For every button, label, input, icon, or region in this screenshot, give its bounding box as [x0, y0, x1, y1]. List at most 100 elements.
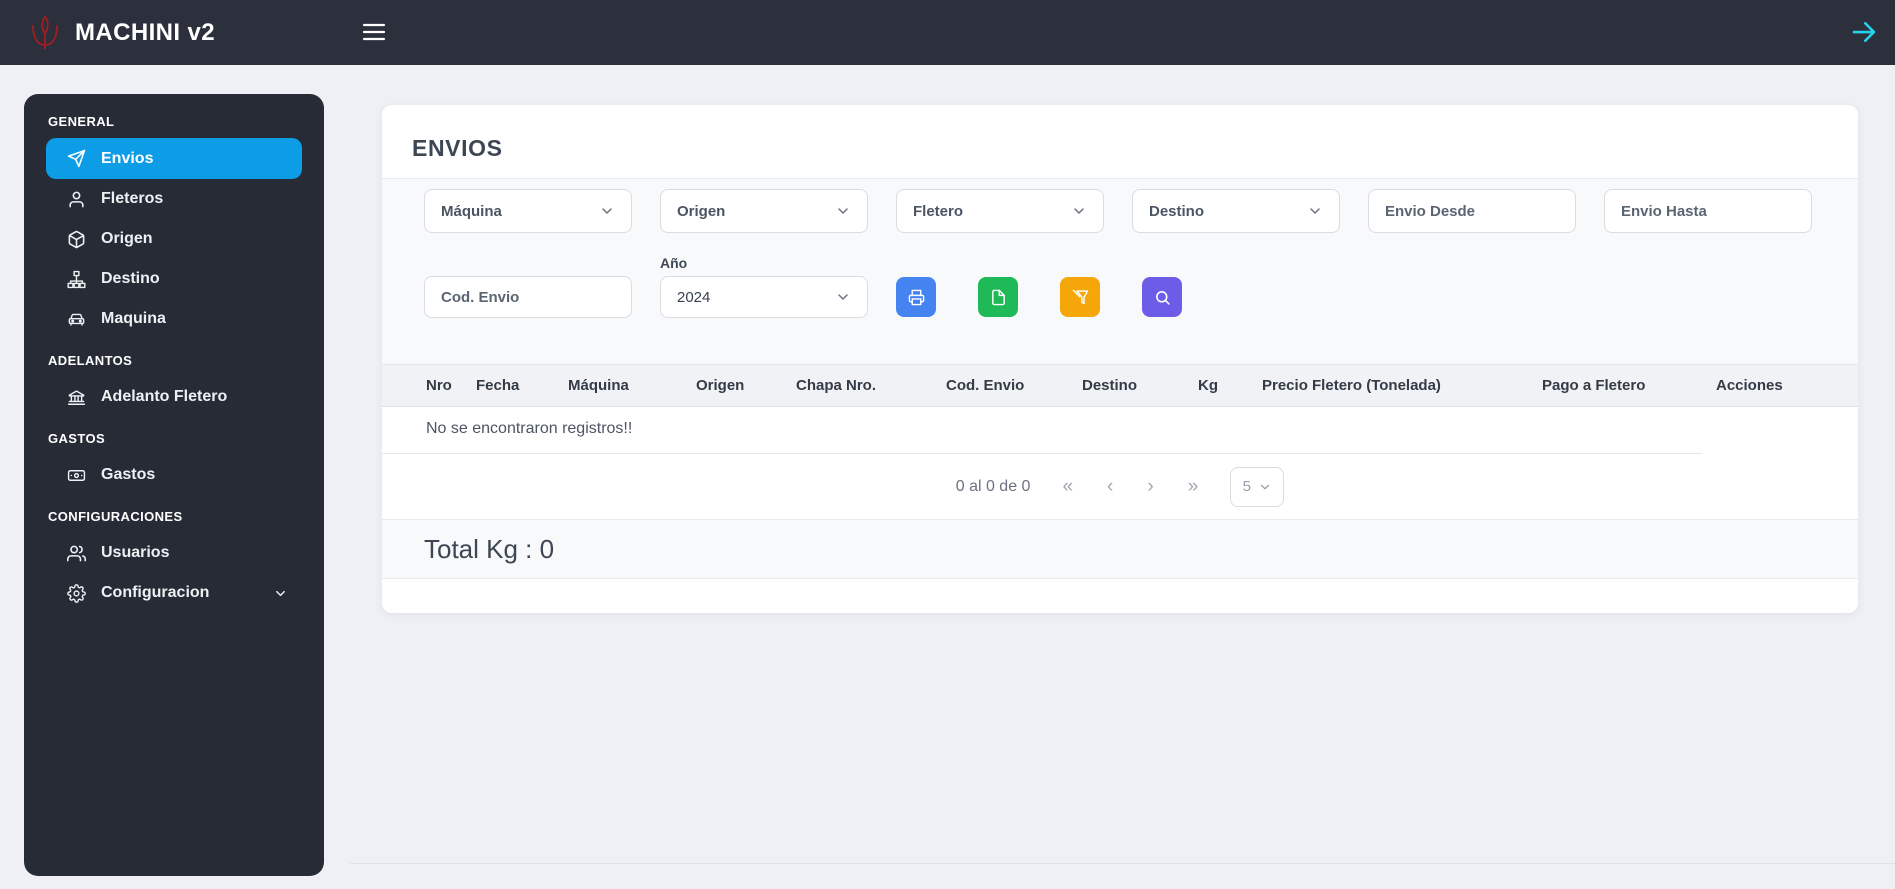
paper-plane-icon: [67, 149, 86, 168]
chevron-down-icon: [1258, 480, 1272, 494]
sidebar-item-label: Envios: [101, 149, 154, 167]
empty-message: No se encontraron registros!!: [382, 406, 1702, 454]
maquina-filter-value: Máquina: [441, 202, 502, 220]
chevron-down-icon: [1307, 203, 1323, 219]
chevron-down-icon: [599, 203, 615, 219]
logo-icon: [28, 14, 62, 52]
filter-section: Máquina Origen Fletero Destino Envio Des…: [382, 179, 1858, 364]
sidebar-item-origen[interactable]: Origen: [46, 219, 302, 259]
envios-table: Nro Fecha Máquina Origen Chapa Nro. Cod.…: [382, 364, 1858, 454]
sidebar-item-label: Origen: [101, 230, 153, 247]
app-title: MACHINI v2: [75, 18, 216, 46]
origen-filter-value: Origen: [677, 202, 726, 220]
column-header-fecha: Fecha: [462, 364, 554, 407]
page-size-select[interactable]: 5: [1230, 466, 1285, 507]
sidebar-item-adelanto-fletero[interactable]: Adelanto Fletero: [46, 377, 302, 417]
search-icon: [1154, 289, 1171, 306]
sidebar-item-usuarios[interactable]: Usuarios: [46, 533, 302, 573]
sidebar-item-gastos[interactable]: Gastos: [46, 455, 302, 495]
origen-filter-select[interactable]: Origen: [660, 189, 868, 233]
sidebar-item-label: Maquina: [101, 310, 166, 327]
sidebar-item-configuracion[interactable]: Configuracion: [46, 573, 302, 613]
maquina-filter-select[interactable]: Máquina: [424, 189, 632, 233]
card-header: ENVIOS: [382, 105, 1858, 179]
sidebar-item-label: Fleteros: [101, 190, 164, 207]
sidebar: GENERAL Envios Fleteros Origen Destino M…: [24, 94, 324, 876]
filter-off-icon: [1072, 289, 1089, 306]
envio-desde-input[interactable]: [1368, 189, 1576, 233]
clear-filters-button[interactable]: [1060, 277, 1100, 317]
chevron-down-icon: [1071, 203, 1087, 219]
column-header-precio-fletero: Precio Fletero (Tonelada): [1248, 364, 1528, 407]
sidebar-item-label: Configuracion: [101, 584, 210, 601]
destino-filter-value: Destino: [1149, 202, 1205, 220]
cod-envio-input[interactable]: [424, 276, 632, 318]
sidebar-item-envios[interactable]: Envios: [46, 138, 302, 179]
column-header-kg: Kg: [1184, 364, 1248, 407]
chevron-down-icon: [835, 203, 851, 219]
file-icon: [990, 289, 1007, 306]
brand: MACHINI v2: [0, 14, 215, 52]
gear-icon: [67, 583, 86, 603]
envios-card: ENVIOS Máquina Origen Fletero Destino En…: [382, 105, 1858, 613]
anio-field: Año 2024: [660, 255, 868, 318]
fletero-filter-select[interactable]: Fletero: [896, 189, 1104, 233]
sidebar-item-label: Usuarios: [101, 544, 170, 561]
empty-row: No se encontraron registros!!: [382, 406, 1858, 454]
total-strip: Total Kg : 0: [382, 519, 1858, 579]
bank-icon: [67, 388, 86, 407]
pagination-summary: 0 al 0 de 0: [955, 477, 1031, 495]
previous-page-button[interactable]: ‹: [1105, 476, 1115, 498]
footer-divider: [350, 863, 1895, 864]
arrow-right-icon: [1849, 17, 1879, 47]
sidebar-item-destino[interactable]: Destino: [46, 259, 302, 299]
hamburger-icon: [360, 18, 388, 46]
users-icon: [67, 544, 86, 563]
envio-hasta-input[interactable]: [1604, 189, 1812, 233]
column-header-cod-envio: Cod. Envio: [932, 364, 1068, 407]
fletero-filter-value: Fletero: [913, 202, 964, 220]
search-button[interactable]: [1142, 277, 1182, 317]
car-icon: [67, 310, 86, 329]
anio-value: 2024: [677, 288, 711, 306]
column-header-nro: Nro: [382, 364, 462, 407]
print-button[interactable]: [896, 277, 936, 317]
sidebar-item-maquina[interactable]: Maquina: [46, 299, 302, 339]
page-title: ENVIOS: [412, 135, 503, 161]
sidebar-item-label: Adelanto Fletero: [101, 388, 228, 405]
hamburger-menu-button[interactable]: [360, 18, 388, 46]
sitemap-icon: [67, 270, 86, 289]
filter-row-1: Máquina Origen Fletero Destino: [424, 189, 1816, 233]
column-header-pago-fletero: Pago a Fletero: [1528, 364, 1702, 407]
last-page-button[interactable]: »: [1186, 476, 1201, 498]
sidebar-section-adelantos: ADELANTOS: [48, 353, 133, 368]
export-button[interactable]: [978, 277, 1018, 317]
sidebar-section-gastos: GASTOS: [48, 431, 106, 446]
cube-icon: [67, 230, 86, 249]
column-header-destino: Destino: [1068, 364, 1184, 407]
filter-row-2: Año 2024: [424, 255, 1816, 318]
sidebar-section-general: GENERAL: [48, 114, 115, 129]
column-header-maquina: Máquina: [554, 364, 682, 407]
top-navbar: MACHINI v2: [0, 0, 1895, 65]
printer-icon: [908, 289, 925, 306]
column-header-acciones: Acciones: [1702, 364, 1858, 407]
chevron-down-icon: [835, 289, 851, 305]
sidebar-item-fleteros[interactable]: Fleteros: [46, 179, 302, 219]
chevron-down-icon: [273, 586, 288, 601]
page-size-value: 5: [1242, 478, 1251, 495]
anio-select[interactable]: 2024: [660, 276, 868, 318]
money-icon: [67, 466, 86, 485]
logout-button[interactable]: [1849, 17, 1879, 47]
next-page-button[interactable]: ›: [1145, 476, 1155, 498]
total-kg-label: Total Kg : 0: [424, 533, 555, 564]
column-header-origen: Origen: [682, 364, 782, 407]
sidebar-item-label: Destino: [101, 270, 160, 287]
action-buttons: [896, 276, 1340, 318]
destino-filter-select[interactable]: Destino: [1132, 189, 1340, 233]
sidebar-section-configuraciones: CONFIGURACIONES: [48, 509, 183, 524]
first-page-button[interactable]: «: [1060, 476, 1075, 498]
person-icon: [67, 190, 86, 209]
anio-label: Año: [660, 255, 688, 271]
table-header-row: Nro Fecha Máquina Origen Chapa Nro. Cod.…: [382, 364, 1858, 407]
